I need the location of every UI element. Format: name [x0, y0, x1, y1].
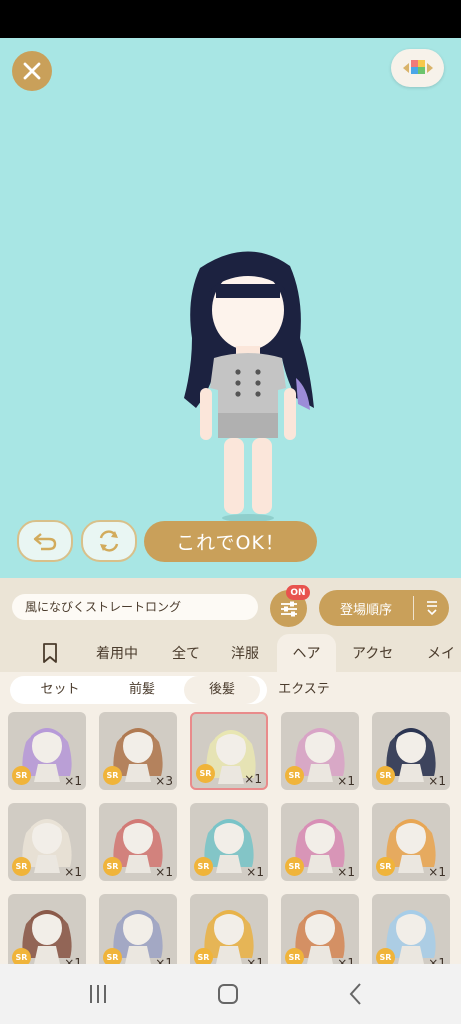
hair-item-card[interactable]: SR ×1	[8, 894, 86, 964]
recent-apps-icon	[90, 985, 106, 1003]
item-count: ×1	[337, 865, 355, 879]
hair-item-card[interactable]: SR ×1	[190, 712, 268, 790]
undo-button[interactable]	[17, 520, 73, 562]
palette-button[interactable]	[391, 49, 444, 87]
close-button[interactable]	[12, 51, 52, 91]
item-count: ×1	[246, 956, 264, 964]
item-count: ×1	[155, 865, 173, 879]
item-count: ×1	[337, 956, 355, 964]
refresh-icon	[99, 530, 119, 552]
hair-item-card[interactable]: SR ×3	[99, 712, 177, 790]
hair-item-card[interactable]: SR ×1	[372, 712, 450, 790]
tab-all[interactable]: 全て	[172, 634, 200, 672]
hair-item-card[interactable]: SR ×1	[190, 803, 268, 881]
sort-button[interactable]: 登場順序	[319, 590, 449, 626]
item-count: ×1	[337, 774, 355, 788]
tab-bangs[interactable]: 前髪	[104, 676, 180, 704]
hair-item-card[interactable]: SR ×1	[190, 894, 268, 964]
hair-item-card[interactable]: SR ×1	[8, 712, 86, 790]
item-count: ×1	[246, 865, 264, 879]
bookmark-icon	[43, 643, 57, 663]
recent-apps-button[interactable]	[78, 978, 118, 1010]
item-count: ×3	[155, 774, 173, 788]
bookmark-tab[interactable]	[40, 634, 60, 672]
rarity-badge: SR	[376, 766, 395, 785]
home-button[interactable]	[208, 978, 248, 1010]
rarity-badge: SR	[12, 766, 31, 785]
hair-item-card[interactable]: SR ×1	[8, 803, 86, 881]
filter-on-badge: ON	[286, 585, 310, 600]
rarity-badge: SR	[103, 857, 122, 876]
rarity-badge: SR	[196, 764, 215, 783]
item-count: ×1	[64, 774, 82, 788]
reset-button[interactable]	[81, 520, 137, 562]
hair-item-card[interactable]: SR ×1	[281, 803, 359, 881]
rarity-badge: SR	[103, 766, 122, 785]
tab-accessory[interactable]: アクセ	[352, 634, 393, 672]
close-icon	[23, 62, 41, 80]
rarity-badge: SR	[285, 857, 304, 876]
item-count: ×1	[64, 865, 82, 879]
rarity-badge: SR	[103, 948, 122, 964]
rarity-badge: SR	[285, 948, 304, 964]
tab-clothes[interactable]: 洋服	[231, 634, 259, 672]
hair-item-card[interactable]: SR ×1	[372, 894, 450, 964]
color-palette-icon	[402, 60, 433, 74]
hair-item-card[interactable]: SR ×1	[281, 894, 359, 964]
status-bar	[0, 0, 461, 38]
sort-direction-icon[interactable]	[414, 599, 449, 617]
item-count: ×1	[428, 774, 446, 788]
back-button[interactable]	[336, 978, 376, 1010]
item-count: ×1	[155, 956, 173, 964]
item-count: ×1	[428, 956, 446, 964]
item-count: ×1	[428, 865, 446, 879]
avatar-preview	[184, 251, 314, 522]
item-count: ×1	[244, 772, 262, 786]
item-name-field[interactable]: 風になびくストレートロング	[12, 594, 258, 620]
tab-set[interactable]: セット	[22, 676, 98, 704]
tab-makeup[interactable]: メイク	[427, 634, 461, 672]
hair-item-card[interactable]: SR ×1	[281, 712, 359, 790]
sort-label: 登場順序	[339, 602, 392, 618]
back-icon	[349, 983, 361, 1005]
tab-back-hair[interactable]: 後髪	[184, 676, 260, 704]
rarity-badge: SR	[285, 766, 304, 785]
tab-wearing[interactable]: 着用中	[96, 634, 138, 672]
category-tabs: 着用中 全て 洋服 ヘア アクセ メイク	[0, 634, 461, 672]
rarity-badge: SR	[376, 857, 395, 876]
tab-extensions[interactable]: エクステ	[266, 676, 342, 704]
rarity-badge: SR	[376, 948, 395, 964]
tab-hair[interactable]: ヘア	[277, 634, 336, 672]
rarity-badge: SR	[12, 857, 31, 876]
filter-sliders-icon	[280, 601, 297, 616]
hair-item-card[interactable]: SR ×1	[99, 894, 177, 964]
undo-icon	[33, 533, 57, 551]
confirm-ok-button[interactable]: これでOK！	[144, 521, 317, 562]
hair-item-card[interactable]: SR ×1	[372, 803, 450, 881]
home-icon	[218, 984, 238, 1004]
rarity-badge: SR	[194, 948, 213, 964]
rarity-badge: SR	[194, 857, 213, 876]
rarity-badge: SR	[12, 948, 31, 964]
item-count: ×1	[64, 956, 82, 964]
hair-item-card[interactable]: SR ×1	[99, 803, 177, 881]
item-grid: SR ×1 SR ×3 SR ×1 SR ×1 SR ×1 SR ×1 SR ×1 SR ×1 SR ×1 SR ×1…	[0, 708, 461, 964]
